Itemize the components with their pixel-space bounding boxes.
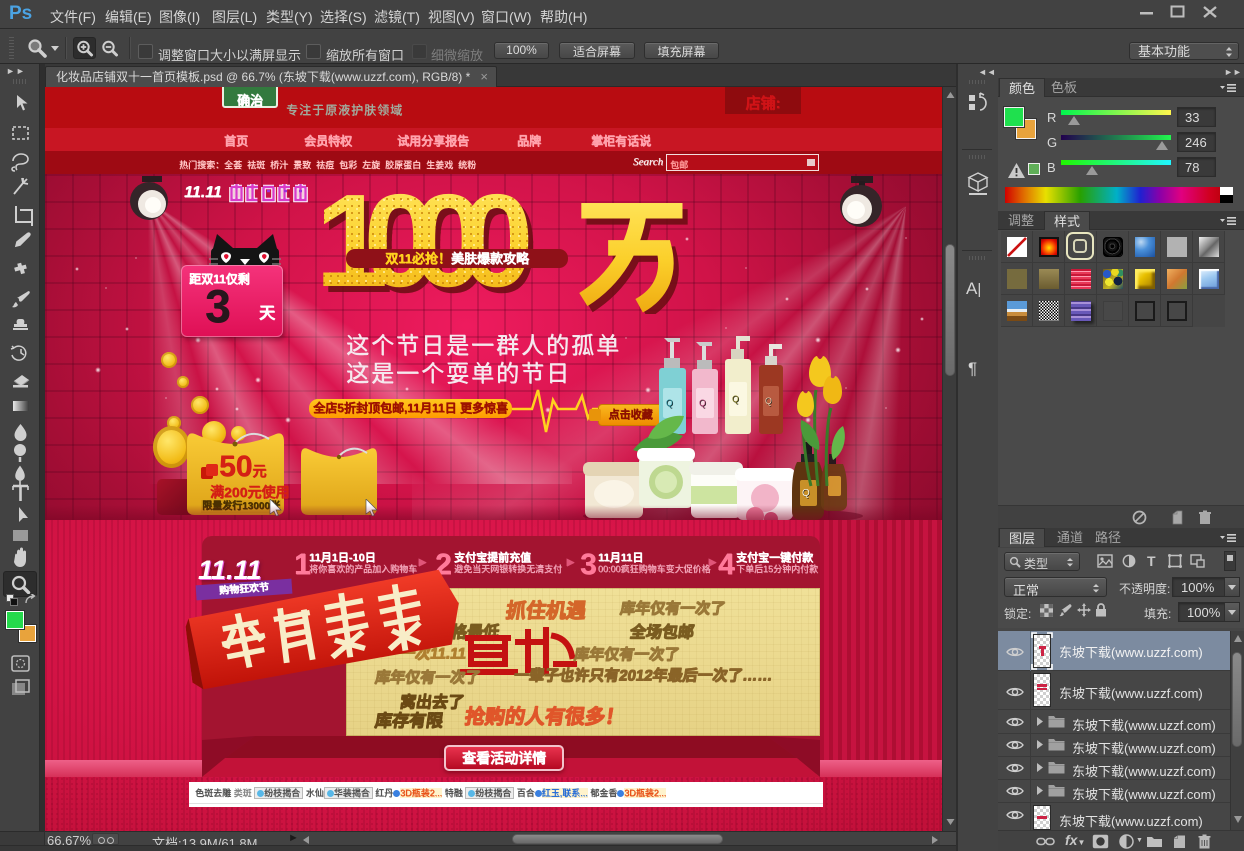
- svg-text:Q: Q: [666, 398, 673, 408]
- svg-text:Q: Q: [732, 394, 739, 404]
- svg-text:Q: Q: [802, 488, 810, 499]
- svg-text:Q: Q: [765, 396, 772, 406]
- svg-text:Q: Q: [699, 398, 706, 408]
